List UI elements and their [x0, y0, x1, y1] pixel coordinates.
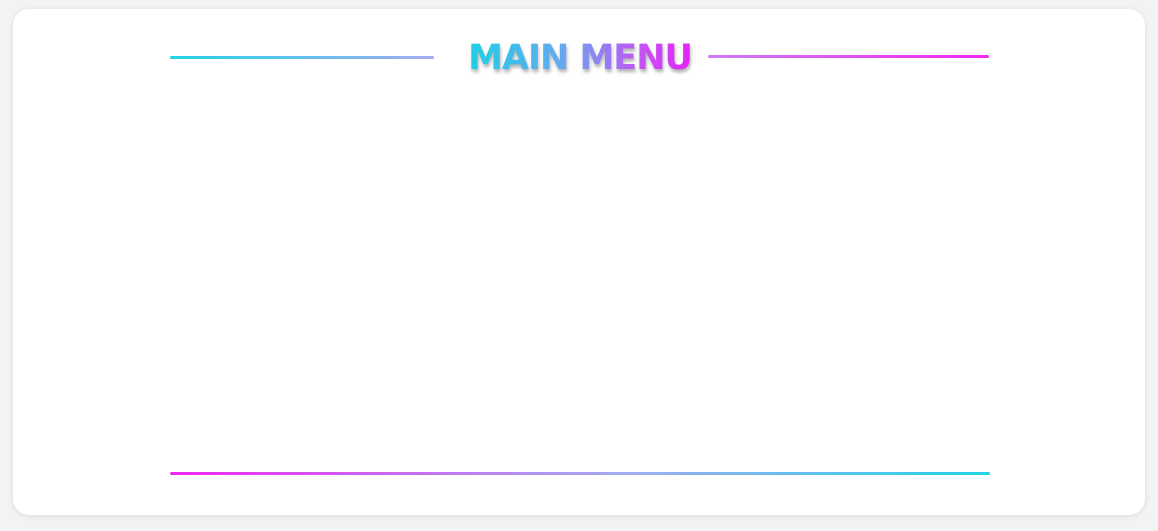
menu-header: MAIN MENU: [170, 37, 990, 79]
header-divider-left: [170, 56, 434, 59]
menu-title: MAIN MENU: [450, 37, 710, 79]
menu-items-area: [170, 89, 990, 459]
footer-divider: [170, 472, 990, 475]
main-menu-panel: MAIN MENU: [13, 9, 1145, 515]
header-divider-right: [708, 55, 989, 58]
